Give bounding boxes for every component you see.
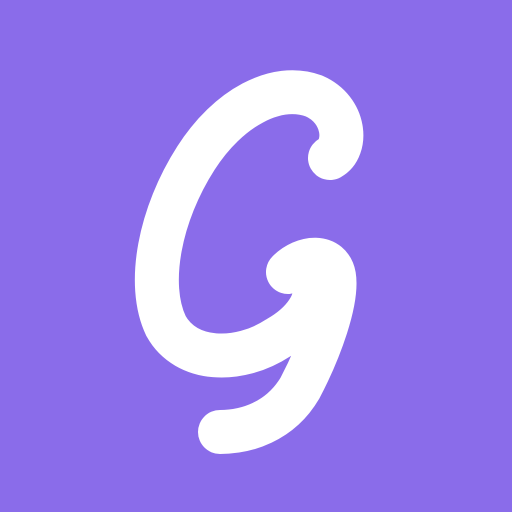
g-logo-icon <box>0 0 512 512</box>
app-icon <box>0 0 512 512</box>
